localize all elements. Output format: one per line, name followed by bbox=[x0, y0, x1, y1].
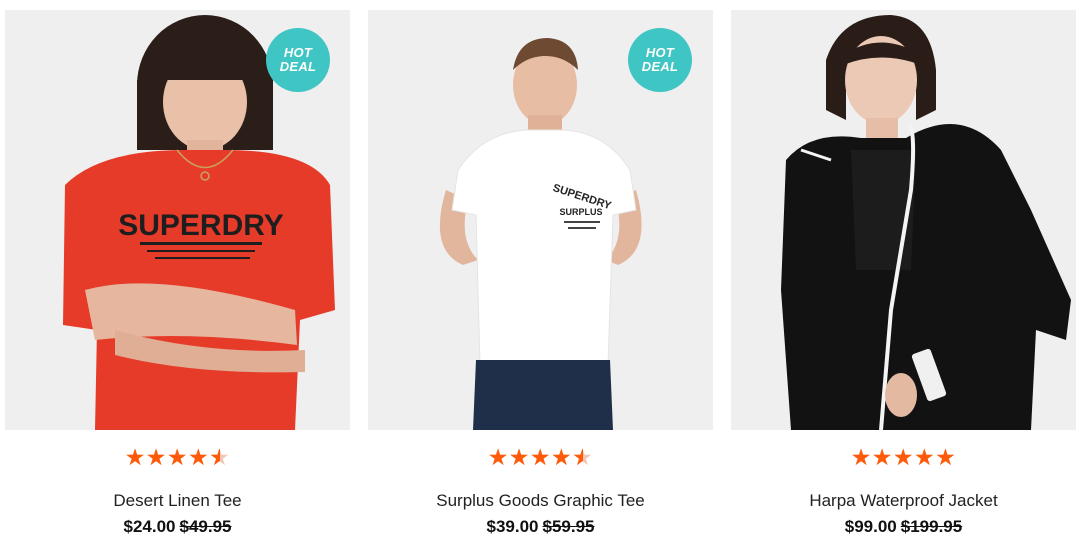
product-grid: SUPERDRY HOTDEAL ★★★★★ ★★★★★ Desert Line… bbox=[0, 0, 1080, 548]
sale-price: $99.00 bbox=[844, 517, 897, 536]
product-card[interactable]: ★★★★★ ★★★★★ Harpa Waterproof Jacket $99.… bbox=[731, 10, 1076, 548]
product-name[interactable]: Harpa Waterproof Jacket bbox=[731, 491, 1076, 511]
original-price: $199.95 bbox=[900, 517, 963, 536]
star-rating: ★★★★★ ★★★★★ bbox=[850, 445, 957, 471]
product-name[interactable]: Desert Linen Tee bbox=[5, 491, 350, 511]
product-price: $99.00 $199.95 bbox=[731, 517, 1076, 537]
product-card[interactable]: SUPERDRY HOTDEAL ★★★★★ ★★★★★ Desert Line… bbox=[5, 10, 350, 548]
product-price: $39.00 $59.95 bbox=[368, 517, 713, 537]
product-price: $24.00 $49.95 bbox=[5, 517, 350, 537]
product-image[interactable]: SUPERDRY SURPLUS HOT DEAL bbox=[368, 10, 713, 430]
sale-price: $39.00 bbox=[486, 517, 539, 536]
product-image[interactable]: SUPERDRY HOT DEAL bbox=[5, 10, 350, 430]
star-rating: ★★★★★ ★★★★★ bbox=[487, 445, 594, 471]
hot-deal-badge: HOT DEAL bbox=[266, 28, 330, 92]
sale-price: $24.00 bbox=[123, 517, 176, 536]
tee-print-text: SUPERDRY bbox=[118, 209, 284, 242]
product-image[interactable] bbox=[731, 10, 1076, 430]
tee-print-text: SURPLUS bbox=[559, 207, 602, 217]
hot-deal-badge: HOT DEAL bbox=[628, 28, 692, 92]
product-name[interactable]: Surplus Goods Graphic Tee bbox=[368, 491, 713, 511]
star-rating: ★★★★★ ★★★★★ bbox=[124, 445, 231, 471]
original-price: $59.95 bbox=[542, 517, 595, 536]
product-card[interactable]: SUPERDRY SURPLUS HOTDEAL ★★★★★ ★★★★★ Sur… bbox=[368, 10, 713, 548]
model-photo-jacket-black bbox=[731, 10, 1076, 430]
original-price: $49.95 bbox=[179, 517, 232, 536]
